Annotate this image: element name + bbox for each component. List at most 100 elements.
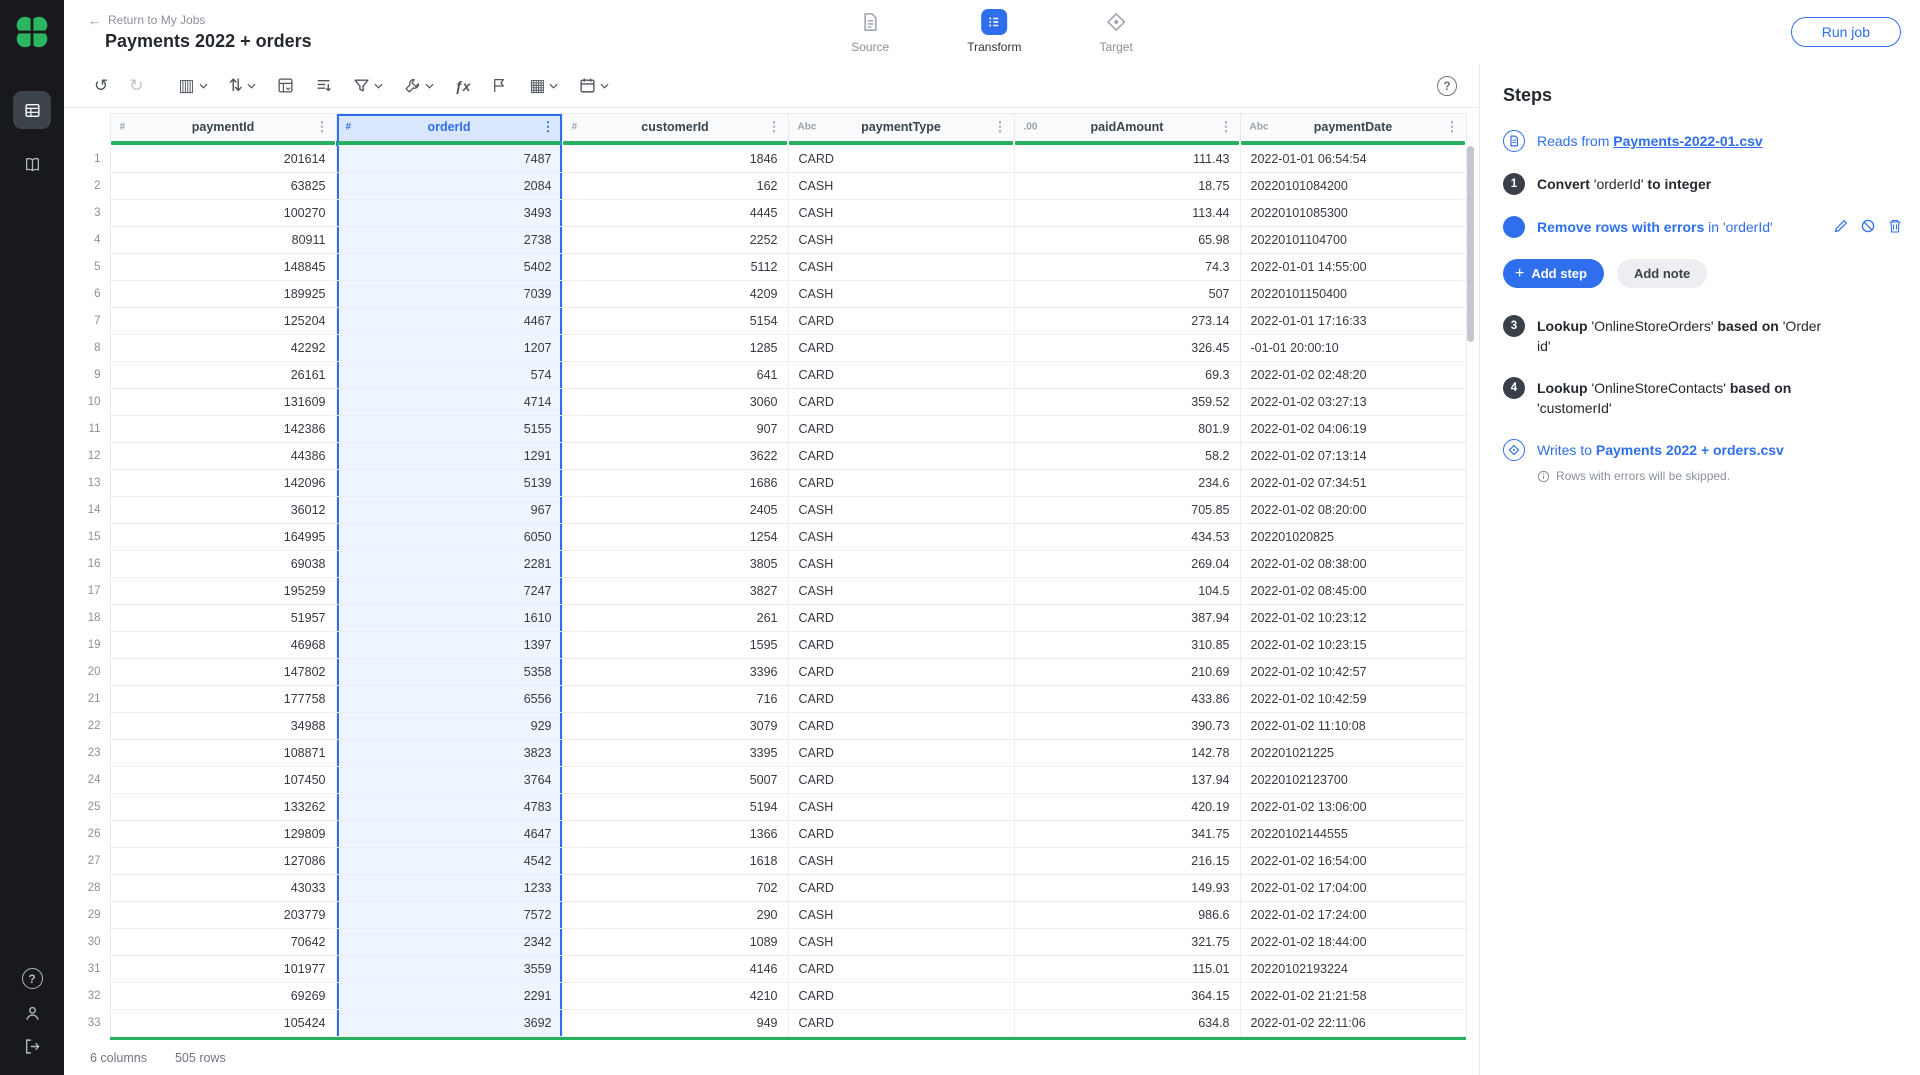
grid-row[interactable]: 120161474871846CARD111.432022-01-01 06:5…: [64, 146, 1466, 173]
logout-icon[interactable]: [24, 1038, 41, 1055]
grid-cell[interactable]: 210.69: [1014, 659, 1240, 686]
grid-cell[interactable]: 2022-01-02 08:45:00: [1240, 578, 1466, 605]
grid-cell[interactable]: 104.5: [1014, 578, 1240, 605]
grid-row[interactable]: 3110197735594146CARD115.0120220102193224: [64, 956, 1466, 983]
grid-cell[interactable]: 58.2: [1014, 443, 1240, 470]
grid-cell[interactable]: 2022-01-02 07:34:51: [1240, 470, 1466, 497]
grid-cell[interactable]: 6556: [336, 686, 562, 713]
grid-cell[interactable]: 5155: [336, 416, 562, 443]
grid-cell[interactable]: 4647: [336, 821, 562, 848]
undo-icon[interactable]: ↺: [94, 77, 108, 94]
grid-cell[interactable]: 3493: [336, 200, 562, 227]
row-number[interactable]: 20: [64, 659, 110, 686]
sort-icon[interactable]: ⇅: [229, 77, 256, 94]
help-icon[interactable]: ?: [22, 968, 43, 989]
grid-cell[interactable]: CARD: [788, 443, 1014, 470]
grid-cell[interactable]: 907: [562, 416, 788, 443]
grid-cell[interactable]: 5194: [562, 794, 788, 821]
grid-row[interactable]: 48091127382252CASH65.9820220101104700: [64, 227, 1466, 254]
grid-cell[interactable]: 20220101085300: [1240, 200, 1466, 227]
column-header-paidAmount[interactable]: .00paidAmount⋮: [1014, 114, 1240, 141]
grid-cell[interactable]: 359.52: [1014, 389, 1240, 416]
grid-row[interactable]: 22349889293079CARD390.732022-01-02 11:10…: [64, 713, 1466, 740]
grid-row[interactable]: 2310887138233395CARD142.78202201021225: [64, 740, 1466, 767]
grid-cell[interactable]: 7247: [336, 578, 562, 605]
grid-cell[interactable]: 125204: [110, 308, 336, 335]
grid-cell[interactable]: CARD: [788, 335, 1014, 362]
grid-cell[interactable]: 3622: [562, 443, 788, 470]
grid-cell[interactable]: 148845: [110, 254, 336, 281]
grid-row[interactable]: 618992570394209CASH50720220101150400: [64, 281, 1466, 308]
grid-cell[interactable]: 3060: [562, 389, 788, 416]
grid-cell[interactable]: CARD: [788, 389, 1014, 416]
grid-cell[interactable]: 1610: [336, 605, 562, 632]
row-number[interactable]: 7: [64, 308, 110, 335]
row-number[interactable]: 6: [64, 281, 110, 308]
grid-cell[interactable]: 2022-01-02 10:23:12: [1240, 605, 1466, 632]
grid-cell[interactable]: 310.85: [1014, 632, 1240, 659]
grid-cell[interactable]: CARD: [788, 767, 1014, 794]
calendar-icon[interactable]: [579, 77, 609, 94]
grid-cell[interactable]: 321.75: [1014, 929, 1240, 956]
grid-cell[interactable]: 2738: [336, 227, 562, 254]
grid-cell[interactable]: 6050: [336, 524, 562, 551]
grid-cell[interactable]: 929: [336, 713, 562, 740]
grid-cell[interactable]: 189925: [110, 281, 336, 308]
grid-cell[interactable]: 18.75: [1014, 173, 1240, 200]
column-header-customerId[interactable]: #customerId⋮: [562, 114, 788, 141]
grid-row[interactable]: 211777586556716CARD433.862022-01-02 10:4…: [64, 686, 1466, 713]
column-menu-icon[interactable]: ⋮: [768, 119, 781, 135]
grid-cell[interactable]: 7572: [336, 902, 562, 929]
grid-cell[interactable]: 3692: [336, 1010, 562, 1037]
grid-cell[interactable]: 364.15: [1014, 983, 1240, 1010]
grid-cell[interactable]: CASH: [788, 227, 1014, 254]
grid-cell[interactable]: 387.94: [1014, 605, 1240, 632]
grid-cell[interactable]: 3823: [336, 740, 562, 767]
grid-cell[interactable]: 341.75: [1014, 821, 1240, 848]
grid-cell[interactable]: 1291: [336, 443, 562, 470]
grid-cell[interactable]: CARD: [788, 875, 1014, 902]
toolbar-help-icon[interactable]: ?: [1437, 76, 1457, 96]
grid-cell[interactable]: CASH: [788, 200, 1014, 227]
grid-cell[interactable]: 290: [562, 902, 788, 929]
grid-cell[interactable]: 20220102123700: [1240, 767, 1466, 794]
grid-cell[interactable]: 2022-01-02 17:04:00: [1240, 875, 1466, 902]
grid-cell[interactable]: 63825: [110, 173, 336, 200]
step-1-convert[interactable]: 1 Convert 'orderId' to integer: [1503, 173, 1905, 195]
row-number[interactable]: 31: [64, 956, 110, 983]
grid-cell[interactable]: 2022-01-02 21:21:58: [1240, 983, 1466, 1010]
grid-cell[interactable]: 1207: [336, 335, 562, 362]
flow-step-target[interactable]: Target: [1099, 9, 1132, 54]
row-number[interactable]: 19: [64, 632, 110, 659]
grid-cell[interactable]: 269.04: [1014, 551, 1240, 578]
grid-cell[interactable]: 5358: [336, 659, 562, 686]
run-job-button[interactable]: Run job: [1791, 17, 1901, 47]
grid-cell[interactable]: 108871: [110, 740, 336, 767]
grid-row[interactable]: 292037797572290CASH986.62022-01-02 17:24…: [64, 902, 1466, 929]
grid-cell[interactable]: CARD: [788, 983, 1014, 1010]
row-number[interactable]: 15: [64, 524, 110, 551]
grid-row[interactable]: 1719525972473827CASH104.52022-01-02 08:4…: [64, 578, 1466, 605]
row-number[interactable]: 23: [64, 740, 110, 767]
grid-cell[interactable]: 702: [562, 875, 788, 902]
add-step-button[interactable]: + Add step: [1503, 259, 1604, 288]
grid-cell[interactable]: 70642: [110, 929, 336, 956]
grid-cell[interactable]: 4445: [562, 200, 788, 227]
row-number[interactable]: 33: [64, 1010, 110, 1037]
grid-cell[interactable]: 1254: [562, 524, 788, 551]
step-2-remove-errors[interactable]: 2 Remove rows with errors in 'orderId': [1503, 216, 1905, 238]
row-number[interactable]: 3: [64, 200, 110, 227]
grid-cell[interactable]: 3079: [562, 713, 788, 740]
columns-icon[interactable]: ▥: [179, 77, 208, 94]
grid-cell[interactable]: CARD: [788, 605, 1014, 632]
grid-row[interactable]: 194696813971595CARD310.852022-01-02 10:2…: [64, 632, 1466, 659]
grid-cell[interactable]: 113.44: [1014, 200, 1240, 227]
grid-cell[interactable]: 434.53: [1014, 524, 1240, 551]
grid-cell[interactable]: 234.6: [1014, 470, 1240, 497]
grid-cell[interactable]: 20220102193224: [1240, 956, 1466, 983]
row-number[interactable]: 21: [64, 686, 110, 713]
grid-cell[interactable]: 4146: [562, 956, 788, 983]
grid-cell[interactable]: 107450: [110, 767, 336, 794]
grid-cell[interactable]: 4542: [336, 848, 562, 875]
grid-cell[interactable]: 129809: [110, 821, 336, 848]
